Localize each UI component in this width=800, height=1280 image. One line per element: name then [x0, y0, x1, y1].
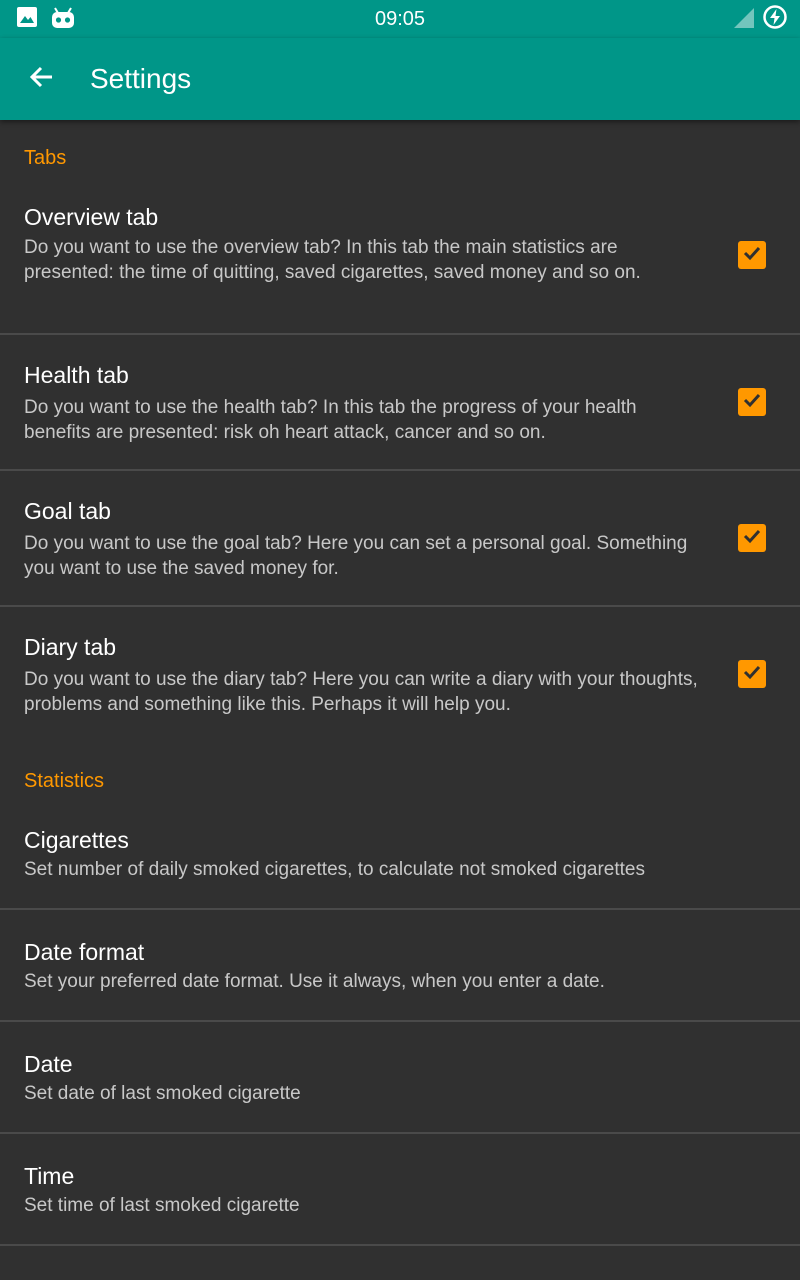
- pref-cigarettes[interactable]: Cigarettes Set number of daily smoked ci…: [0, 813, 800, 908]
- pref-overview-tab[interactable]: Overview tab Do you want to use the over…: [0, 190, 800, 334]
- pref-summary: Do you want to use the goal tab? Here yo…: [24, 533, 688, 579]
- section-header-statistics: Statistics: [24, 770, 105, 792]
- pref-title: Overview tab: [24, 204, 159, 230]
- pref-date[interactable]: Date Set date of last smoked cigarette: [0, 1022, 800, 1132]
- health-tab-checkbox[interactable]: [738, 388, 766, 416]
- battery-charging-icon: [762, 4, 788, 35]
- overview-tab-checkbox[interactable]: [738, 241, 766, 269]
- toolbar: Settings: [0, 38, 800, 120]
- settings-list: Tabs Overview tab Do you want to use the…: [0, 120, 800, 1280]
- status-bar: 09:05: [0, 0, 800, 38]
- arrow-back-icon: [28, 63, 56, 96]
- pref-date-format[interactable]: Date format Set your preferred date form…: [0, 910, 800, 1020]
- status-time: 09:05: [374, 8, 426, 30]
- signal-icon: [732, 7, 756, 34]
- settings-screen: 09:05 Settings Tabs Overview tab Do you …: [0, 0, 800, 1280]
- check-icon: [741, 389, 763, 416]
- pref-goal-tab[interactable]: Goal tab Do you want to use the goal tab…: [0, 471, 800, 605]
- check-icon: [741, 242, 763, 269]
- pref-health-tab[interactable]: Health tab Do you want to use the health…: [0, 335, 800, 469]
- pref-summary: Set date of last smoked cigarette: [24, 1083, 301, 1104]
- pref-title: Time: [24, 1163, 75, 1189]
- pref-title: Date format: [24, 939, 145, 965]
- pref-time[interactable]: Time Set time of last smoked cigarette: [0, 1134, 800, 1244]
- pref-title: Cigarettes: [24, 827, 129, 853]
- page-title: Settings: [90, 63, 192, 94]
- pref-diary-tab[interactable]: Diary tab Do you want to use the diary t…: [0, 607, 800, 741]
- pref-title: Goal tab: [24, 498, 111, 524]
- check-icon: [741, 661, 763, 688]
- diary-tab-checkbox[interactable]: [738, 660, 766, 688]
- pref-summary: Do you want to use the overview tab? In …: [24, 237, 641, 283]
- pref-summary: Set your preferred date format. Use it a…: [24, 971, 605, 992]
- pref-title: Diary tab: [24, 634, 117, 660]
- pref-summary: Set number of daily smoked cigarettes, t…: [24, 859, 645, 880]
- pref-title: Date: [24, 1051, 73, 1077]
- divider: [0, 1244, 800, 1246]
- goal-tab-checkbox[interactable]: [738, 524, 766, 552]
- check-icon: [741, 525, 763, 552]
- pref-title: Health tab: [24, 362, 129, 388]
- back-button[interactable]: [22, 59, 62, 99]
- pref-summary: Do you want to use the diary tab? Here y…: [24, 669, 698, 715]
- pref-summary: Set time of last smoked cigarette: [24, 1195, 300, 1216]
- section-header-tabs: Tabs: [24, 147, 67, 169]
- pref-summary: Do you want to use the health tab? In th…: [24, 397, 637, 443]
